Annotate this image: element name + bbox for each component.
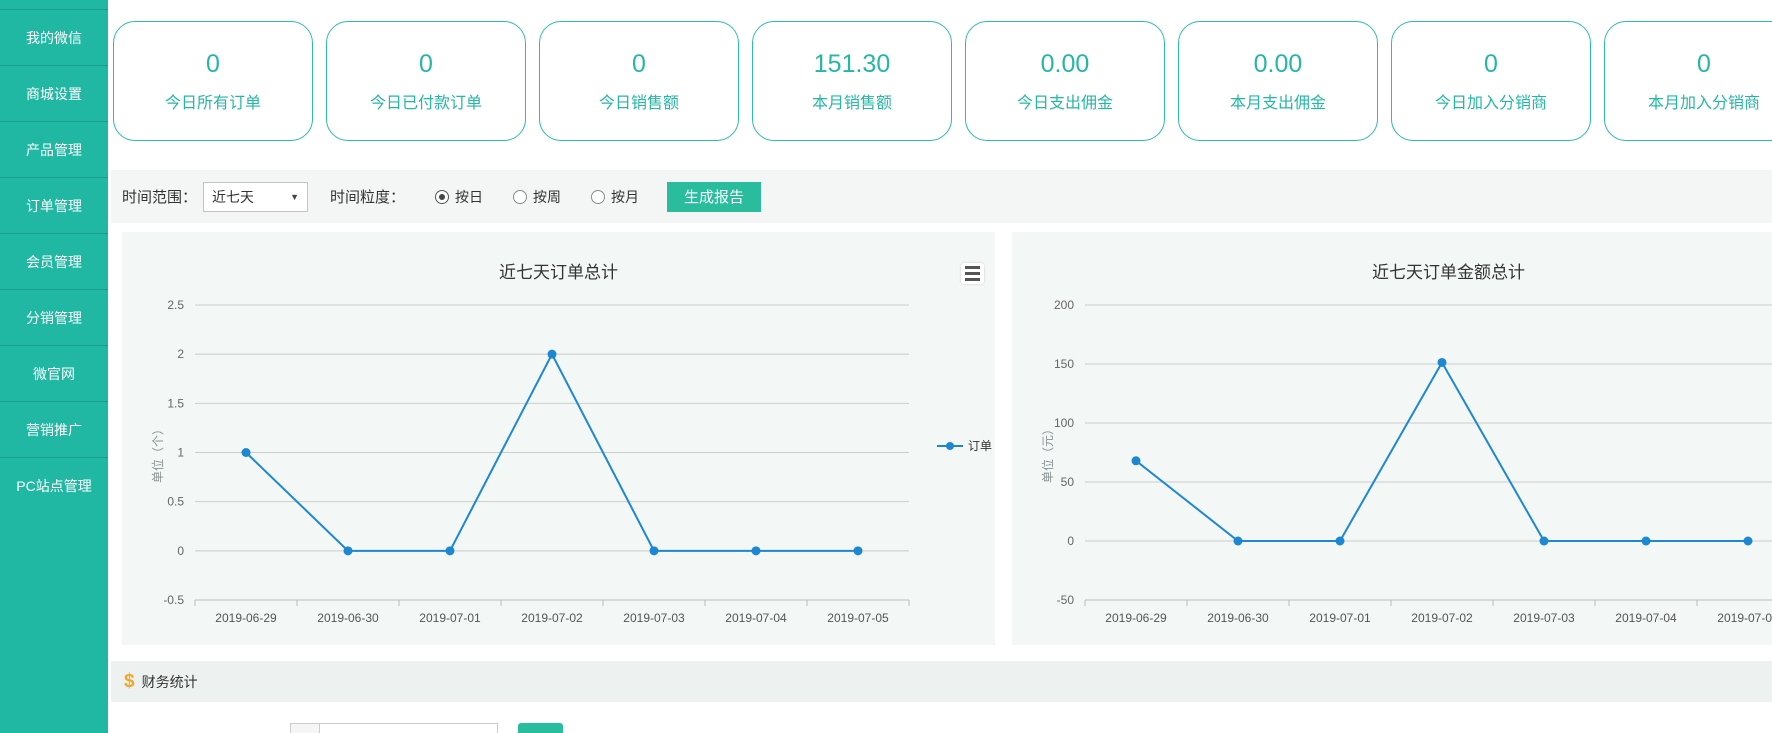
svg-text:0.5: 0.5 xyxy=(167,495,184,509)
stat-value: 0 xyxy=(206,50,220,79)
stat-card-month-sales: 151.30 本月销售额 xyxy=(752,21,952,141)
radio-label: 按月 xyxy=(611,187,639,207)
finance-submit-button[interactable] xyxy=(518,723,563,733)
stat-label: 本月支出佣金 xyxy=(1230,89,1326,113)
sidebar-item-member-mgmt[interactable]: 会员管理 xyxy=(0,233,108,289)
radio-icon xyxy=(435,190,449,204)
radio-by-day[interactable]: 按日 xyxy=(435,187,483,207)
stat-value: 0.00 xyxy=(1041,50,1090,79)
stat-value: 0 xyxy=(1697,50,1711,79)
svg-text:2019-07-02: 2019-07-02 xyxy=(1411,611,1473,625)
order-amount-line-chart: 200 150 100 50 0 -50 2019-06-29 2019-06-30 2019-… xyxy=(1012,232,1772,645)
orders-chart-panel: 近七天订单总计 2.5 2 1.5 1 0.5 0 -0.5 2019-06-29 2019-0… xyxy=(122,232,995,645)
stat-label: 本月加入分销商 xyxy=(1648,89,1760,113)
orders-line-chart: 2.5 2 1.5 1 0.5 0 -0.5 2019-06-29 2019-06-30 2019… xyxy=(122,232,995,645)
stat-card-today-commission: 0.00 今日支出佣金 xyxy=(965,21,1165,141)
svg-text:150: 150 xyxy=(1054,357,1074,371)
svg-text:2.5: 2.5 xyxy=(167,298,184,312)
svg-text:2019-07-04: 2019-07-04 xyxy=(1615,611,1677,625)
legend-line-marker-icon xyxy=(937,441,963,451)
sidebar-item-my-wechat[interactable]: 我的微信 xyxy=(0,9,108,65)
input-group-addon xyxy=(290,723,320,733)
sidebar: 我的微信 商城设置 产品管理 订单管理 会员管理 分销管理 微官网 营销推广 P… xyxy=(0,0,108,733)
svg-text:1: 1 xyxy=(177,446,184,460)
svg-text:单位（个）: 单位（个） xyxy=(150,423,165,483)
stat-card-today-paid-orders: 0 今日已付款订单 xyxy=(326,21,526,141)
stat-label: 今日加入分销商 xyxy=(1435,89,1547,113)
stat-card-today-distributors: 0 今日加入分销商 xyxy=(1391,21,1591,141)
stat-label: 今日已付款订单 xyxy=(370,89,482,113)
svg-text:0: 0 xyxy=(177,544,184,558)
svg-text:2019-06-30: 2019-06-30 xyxy=(317,611,379,625)
radio-label: 按周 xyxy=(533,187,561,207)
stat-label: 今日支出佣金 xyxy=(1017,89,1113,113)
stat-card-today-orders: 0 今日所有订单 xyxy=(113,21,313,141)
sidebar-item-pc-site-mgmt[interactable]: PC站点管理 xyxy=(0,457,108,513)
svg-text:2019-07-04: 2019-07-04 xyxy=(725,611,787,625)
svg-text:-0.5: -0.5 xyxy=(163,593,184,607)
time-range-select[interactable]: 近七天 ▼ xyxy=(203,182,308,212)
radio-icon xyxy=(513,190,527,204)
svg-text:2019-07-03: 2019-07-03 xyxy=(623,611,685,625)
orders-chart-title: 近七天订单总计 xyxy=(122,258,995,283)
stat-value: 151.30 xyxy=(814,50,890,79)
svg-text:100: 100 xyxy=(1054,416,1074,430)
svg-text:2019-07-03: 2019-07-03 xyxy=(1513,611,1575,625)
stat-cards-row: 0 今日所有订单 0 今日已付款订单 0 今日销售额 151.30 本月销售额 … xyxy=(113,21,1772,141)
svg-text:2019-07-05: 2019-07-05 xyxy=(1717,611,1772,625)
radio-icon xyxy=(591,190,605,204)
stat-value: 0 xyxy=(419,50,433,79)
stat-card-month-distributors: 0 本月加入分销商 xyxy=(1604,21,1772,141)
order-amount-chart-title: 近七天订单金额总计 xyxy=(1012,258,1772,283)
chevron-down-icon: ▼ xyxy=(290,192,299,202)
svg-text:2019-06-29: 2019-06-29 xyxy=(215,611,277,625)
granularity-label: 时间粒度： xyxy=(330,186,405,207)
finance-stats-title: 财务统计 xyxy=(142,672,198,692)
stat-value: 0 xyxy=(1484,50,1498,79)
radio-label: 按日 xyxy=(455,187,483,207)
time-range-selected-value: 近七天 xyxy=(212,187,254,207)
sidebar-item-distribution-mgmt[interactable]: 分销管理 xyxy=(0,289,108,345)
svg-text:1.5: 1.5 xyxy=(167,396,184,410)
svg-text:2019-06-29: 2019-06-29 xyxy=(1105,611,1167,625)
svg-text:2019-07-01: 2019-07-01 xyxy=(1309,611,1371,625)
svg-text:200: 200 xyxy=(1054,298,1074,312)
svg-text:2019-07-05: 2019-07-05 xyxy=(827,611,889,625)
finance-input[interactable] xyxy=(319,723,498,733)
svg-text:2: 2 xyxy=(177,347,184,361)
dashboard-page: 我的微信 商城设置 产品管理 订单管理 会员管理 分销管理 微官网 营销推广 P… xyxy=(0,0,1772,733)
legend-label: 订单 xyxy=(968,437,992,454)
sidebar-item-micro-site[interactable]: 微官网 xyxy=(0,345,108,401)
svg-text:2019-07-02: 2019-07-02 xyxy=(521,611,583,625)
svg-text:2019-06-30: 2019-06-30 xyxy=(1207,611,1269,625)
finance-stats-header: $ 财务统计 xyxy=(111,661,1772,702)
svg-text:0: 0 xyxy=(1067,534,1074,548)
svg-text:-50: -50 xyxy=(1057,593,1075,607)
order-amount-chart-panel: 近七天订单金额总计 200 150 100 50 0 -50 2019-06-29 2019-… xyxy=(1012,232,1772,645)
chart-legend[interactable]: 订单 xyxy=(937,437,992,454)
sidebar-cut-item xyxy=(0,0,108,9)
stat-card-month-commission: 0.00 本月支出佣金 xyxy=(1178,21,1378,141)
svg-text:单位（元）: 单位（元） xyxy=(1040,423,1055,483)
stat-label: 今日所有订单 xyxy=(165,89,261,113)
stat-card-today-sales: 0 今日销售额 xyxy=(539,21,739,141)
sidebar-item-mall-settings[interactable]: 商城设置 xyxy=(0,65,108,121)
sidebar-item-product-mgmt[interactable]: 产品管理 xyxy=(0,121,108,177)
radio-by-week[interactable]: 按周 xyxy=(513,187,561,207)
sidebar-item-marketing[interactable]: 营销推广 xyxy=(0,401,108,457)
svg-text:2019-07-01: 2019-07-01 xyxy=(419,611,481,625)
svg-text:50: 50 xyxy=(1061,475,1075,489)
stat-value: 0 xyxy=(632,50,646,79)
stat-label: 本月销售额 xyxy=(812,89,892,113)
report-filter-bar: 时间范围： 近七天 ▼ 时间粒度： 按日 按周 按月 生成报告 xyxy=(111,170,1772,223)
stat-value: 0.00 xyxy=(1254,50,1303,79)
sidebar-item-order-mgmt[interactable]: 订单管理 xyxy=(0,177,108,233)
stat-label: 今日销售额 xyxy=(599,89,679,113)
time-range-label: 时间范围： xyxy=(122,186,197,207)
dollar-icon: $ xyxy=(124,671,135,693)
chart-menu-icon[interactable] xyxy=(961,263,984,284)
generate-report-button[interactable]: 生成报告 xyxy=(667,182,761,212)
radio-by-month[interactable]: 按月 xyxy=(591,187,639,207)
